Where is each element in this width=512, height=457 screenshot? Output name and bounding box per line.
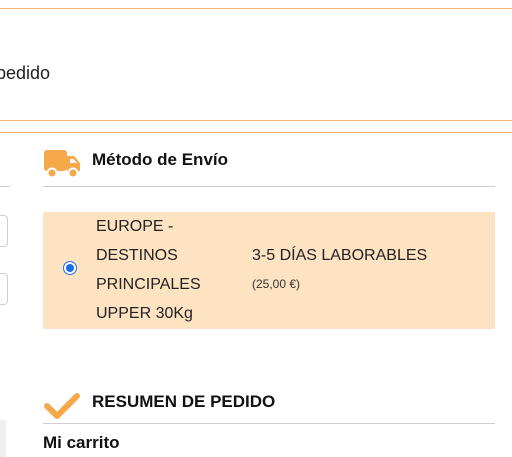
cart-heading: Mi carrito <box>43 433 120 452</box>
checkmark-icon <box>44 393 80 419</box>
left-column-divider <box>0 186 10 187</box>
shipping-method-header: Método de Envío <box>43 146 495 182</box>
truck-icon <box>44 150 80 179</box>
left-column-panel <box>0 420 6 457</box>
order-notes-panel <box>0 8 512 121</box>
shipping-option-name-line: UPPER 30Kg <box>96 305 193 322</box>
shipping-option-delivery-time: 3-5 DÍAS LABORABLES <box>252 247 428 264</box>
left-column-input[interactable] <box>0 273 8 305</box>
shipping-divider <box>43 186 495 187</box>
shipping-option-name-line: EUROPE - <box>96 218 174 235</box>
shipping-option-price: (25,00 €) <box>252 277 301 291</box>
checkout-page: pedido Método de Envío EUROPE - DESTINOS… <box>0 0 512 457</box>
summary-divider <box>43 423 495 424</box>
shipping-option-name-line: PRINCIPALES <box>96 276 201 293</box>
shipping-option[interactable]: EUROPE - DESTINOS PRINCIPALES UPPER 30Kg… <box>43 212 495 329</box>
left-column-input[interactable] <box>0 215 8 247</box>
order-summary-title: RESUMEN DE PEDIDO <box>92 392 276 411</box>
shipping-method-title: Método de Envío <box>92 150 228 169</box>
order-summary-header: RESUMEN DE PEDIDO <box>43 388 495 424</box>
order-notes-label: pedido <box>0 63 51 83</box>
shipping-option-radio[interactable] <box>63 261 77 275</box>
shipping-option-name-line: DESTINOS <box>96 247 178 264</box>
divider <box>0 132 512 133</box>
